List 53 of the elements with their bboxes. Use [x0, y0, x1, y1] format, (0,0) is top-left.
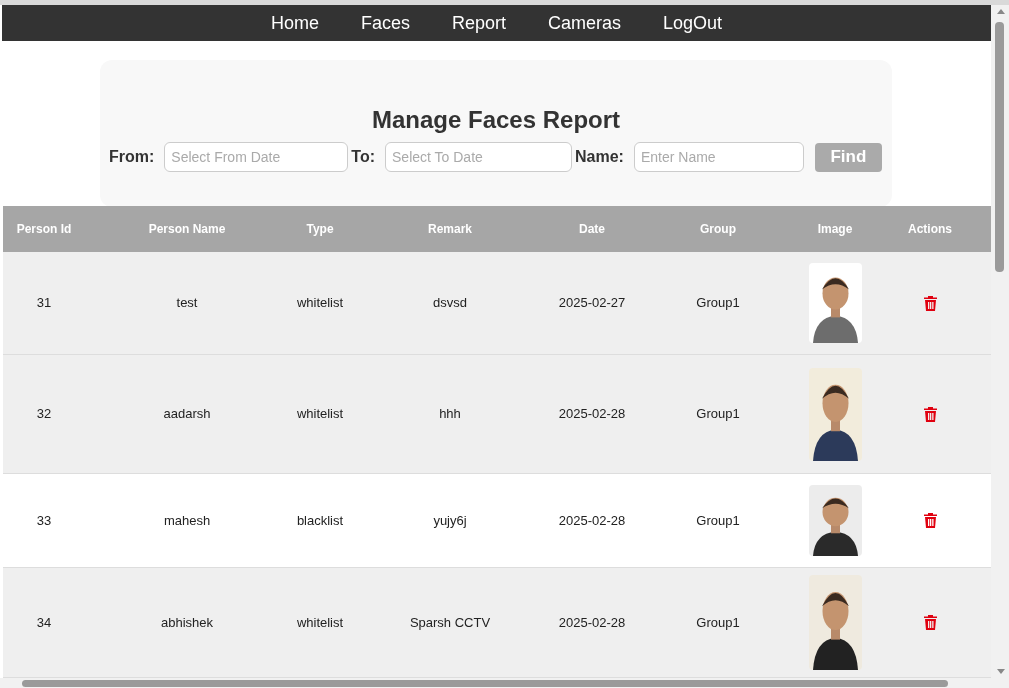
- field-label: Name:: [575, 147, 624, 167]
- table-row[interactable]: 34 abhishek whitelist Sparsh CCTV 2025-02-28 Group1: [3, 568, 991, 678]
- table-cell-text: whitelist: [295, 405, 345, 424]
- trash-icon[interactable]: [923, 615, 937, 630]
- table-cell-text: 2025-02-28: [557, 613, 627, 632]
- nav-link[interactable]: Home: [270, 9, 319, 37]
- table-cell-text: abhishek: [159, 613, 214, 632]
- nav-link[interactable]: Cameras: [548, 9, 622, 37]
- table-cell-text: dsvsd: [432, 294, 468, 313]
- table-cell-text: 34: [35, 613, 53, 632]
- table-row[interactable]: 32 aadarsh whitelist hhh 2025-02-28 Group1: [3, 355, 991, 474]
- column-header: Actions: [907, 221, 953, 238]
- vertical-scrollbar[interactable]: [991, 5, 1009, 678]
- trash-icon[interactable]: [923, 295, 937, 311]
- column-header: Date: [578, 221, 606, 238]
- table-cell-text: yujy6j: [432, 511, 468, 530]
- table-cell-text: whitelist: [295, 613, 345, 632]
- trash-icon[interactable]: [923, 513, 937, 528]
- nav-link[interactable]: Faces: [360, 9, 410, 37]
- table-cell-text: 31: [35, 294, 53, 313]
- column-header: Image: [816, 221, 854, 238]
- table-cell-text: hhh: [438, 405, 462, 424]
- input-field[interactable]: Select From Date: [164, 142, 349, 172]
- table-cell-text: Group1: [695, 405, 741, 424]
- table-row[interactable]: 31 test whitelist dsvsd 2025-02-27 Group1: [3, 252, 991, 355]
- page-title: Manage Faces Report: [371, 106, 621, 134]
- table-cell-text: mahesh: [162, 511, 212, 530]
- table-cell-text: blacklist: [295, 511, 345, 530]
- nav-link[interactable]: Report: [451, 9, 506, 37]
- column-header: Person Name: [147, 221, 227, 238]
- table-cell-text: whitelist: [295, 294, 345, 313]
- table-cell-text: Group1: [695, 613, 741, 632]
- column-header: Person Id: [15, 221, 73, 238]
- column-header: Type: [305, 221, 335, 238]
- input-field[interactable]: Enter Name: [633, 142, 804, 172]
- field-label: To:: [351, 147, 375, 167]
- table-cell-text: 32: [35, 405, 53, 424]
- table-cell-text: aadarsh: [162, 405, 212, 424]
- table-cell-text: 2025-02-28: [557, 511, 627, 530]
- table-cell-text: 33: [35, 511, 53, 530]
- table-cell-text: Group1: [695, 511, 741, 530]
- table-cell-text: 2025-02-27: [557, 294, 627, 313]
- table-cell-text: Group1: [695, 294, 741, 313]
- horizontal-scrollbar[interactable]: [0, 678, 1009, 688]
- trash-icon[interactable]: [923, 406, 937, 422]
- nav-link[interactable]: LogOut: [663, 9, 723, 37]
- column-header: Remark: [427, 221, 473, 238]
- column-header: Group: [699, 221, 737, 238]
- input-field[interactable]: Select To Date: [385, 142, 572, 172]
- table-cell-text: 2025-02-28: [557, 405, 627, 424]
- field-label: From:: [109, 147, 155, 167]
- table-cell-text: Sparsh CCTV: [408, 613, 492, 632]
- table-cell-text: test: [175, 294, 199, 313]
